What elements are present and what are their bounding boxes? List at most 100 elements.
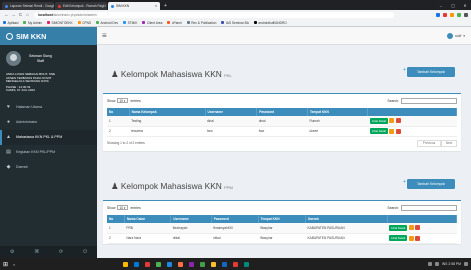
logo-icon [6, 32, 13, 40]
shortcut-icon[interactable]: ⌘ [34, 249, 39, 255]
detail-button[interactable]: Lihat Detail [389, 235, 408, 241]
column-header[interactable]: Password [256, 108, 308, 116]
network-icon[interactable] [427, 262, 432, 266]
windows-start-icon[interactable]: ⊞ [3, 261, 13, 268]
column-header[interactable]: Username [170, 215, 212, 223]
column-header[interactable]: No [107, 215, 125, 223]
extension-icon[interactable] [436, 12, 440, 17]
new-tab-icon[interactable]: + [164, 2, 167, 10]
user-menu[interactable]: staff ▾ [446, 32, 465, 39]
notification-icon[interactable] [464, 262, 468, 266]
edit-icon[interactable] [408, 225, 414, 231]
detail-button[interactable]: Lihat Detail [389, 224, 408, 231]
entries-select[interactable]: 10 ▾ [117, 98, 129, 103]
taskbar-app-icon[interactable] [167, 261, 172, 267]
taskbar-app-icon[interactable] [134, 261, 139, 267]
close-icon[interactable]: × [104, 4, 106, 8]
extension-icon[interactable] [443, 12, 447, 17]
app-logo[interactable]: SIM KKN [0, 27, 97, 45]
sidebar-item[interactable]: ▲ Mahasiswa KKN PKL & PPM [0, 129, 97, 145]
taskbar-app-icon[interactable] [145, 261, 150, 267]
hamburger-menu-icon[interactable]: ≡ [102, 31, 107, 40]
search-input[interactable] [401, 205, 457, 211]
taskbar-app-icon[interactable] [211, 261, 216, 267]
reload-icon[interactable]: C [17, 12, 24, 17]
column-header[interactable]: Nama Kelompok [129, 108, 206, 116]
tray-clock[interactable]: INS 2:58 PM [442, 262, 461, 266]
refresh-icon[interactable]: ⟳ [59, 249, 63, 255]
search-input[interactable] [401, 98, 457, 104]
forward-icon[interactable]: → [10, 12, 17, 17]
column-header[interactable]: Username [205, 108, 258, 116]
detail-button[interactable]: Lihat Detail [369, 117, 388, 124]
taskbar-app-icon[interactable] [233, 261, 238, 267]
taskbar-app-icon[interactable] [222, 261, 227, 267]
column-header[interactable]: Daerah [305, 215, 388, 223]
column-header[interactable]: Tempat KKN [307, 108, 369, 116]
taskbar-app-icon[interactable] [189, 261, 194, 267]
column-header[interactable]: No [107, 108, 130, 116]
bookmark-label: STMIK [127, 20, 138, 25]
taskbar-app-icon[interactable] [200, 261, 205, 267]
settings-icon[interactable]: ⚙ [10, 249, 14, 255]
taskbar-app-icon[interactable] [244, 261, 249, 267]
bookmark-item[interactable]: STMIK [123, 21, 137, 25]
edit-icon[interactable] [408, 235, 414, 241]
column-header[interactable]: Tempat KKN [258, 215, 306, 223]
bookmark-item[interactable]: cPanel [167, 21, 182, 25]
previous-button[interactable]: Previous [417, 139, 441, 147]
close-window-icon[interactable]: ✕ [459, 3, 471, 8]
table-search: Search: [387, 98, 457, 104]
column-header[interactable] [367, 108, 457, 116]
taskbar-app-icon[interactable] [178, 261, 183, 267]
tab-favicon-icon [5, 4, 8, 8]
browser-tab[interactable]: Laporan Selesai Rendi - Google× [2, 2, 54, 10]
bookmark-item[interactable]: Client Area [142, 21, 162, 25]
add-group-button-pkl[interactable]: Tambah Kelompok [407, 67, 455, 77]
edit-icon[interactable] [389, 128, 395, 134]
extension-icon[interactable] [457, 12, 461, 17]
maximize-icon[interactable]: ▢ [447, 3, 459, 8]
search-icon[interactable]: ⌕ [13, 261, 33, 268]
sidebar-item[interactable]: ▤ Kegiatan KKN PKL/PPM [0, 145, 97, 160]
sidebar-item[interactable]: ● Administrator [0, 115, 97, 130]
close-icon[interactable]: × [155, 4, 157, 8]
browser-tab[interactable]: SIM KKN × [108, 2, 160, 10]
volume-icon[interactable] [434, 262, 439, 266]
column-header[interactable]: Password [211, 215, 259, 223]
add-group-button-ppm[interactable]: Tambah Kelompok [407, 179, 455, 189]
delete-icon[interactable] [415, 235, 421, 241]
column-header[interactable]: Nama Calon [124, 215, 172, 223]
delete-icon[interactable] [415, 225, 421, 231]
detail-button[interactable]: Lihat Detail [369, 128, 388, 134]
url-field[interactable]: localhost/skkn/index.php/admin/admin [34, 11, 394, 18]
bookmark-item[interactable]: Rev & Publication [186, 21, 216, 25]
taskbar-app-icon[interactable] [156, 261, 161, 267]
next-button[interactable]: Next [441, 139, 457, 147]
browser-tab[interactable]: Edit Kelompok - Rumah Regi × [55, 2, 107, 10]
table-cell: Testing [129, 116, 206, 127]
delete-icon[interactable] [395, 128, 401, 134]
column-header[interactable] [387, 215, 458, 223]
bookmark-item[interactable]: Aplikasi [3, 21, 18, 25]
power-icon[interactable]: ⏻ [83, 249, 87, 255]
sidebar-item[interactable]: ◆ Daerah [0, 160, 97, 175]
bookmark-item[interactable]: IAS Seminar BA [221, 21, 249, 25]
bookmark-item[interactable]: androidbuff/ANDRO [253, 21, 287, 25]
edit-icon[interactable] [389, 118, 395, 124]
entries-select[interactable]: 10 ▾ [117, 205, 129, 210]
sidebar-menu: ♥ Halaman Utama ● Administrator ▲ Mahasiswa K… [0, 100, 97, 175]
taskbar-app-icon[interactable] [123, 261, 128, 267]
sidebar-item[interactable]: ♥ Halaman Utama [0, 100, 97, 115]
home-icon[interactable]: ⌂ [24, 12, 31, 17]
bookmark-item[interactable]: Android Dev [96, 21, 118, 25]
back-icon[interactable]: ← [3, 12, 10, 17]
bookmark-item[interactable]: My Admin [23, 21, 42, 25]
extension-icon[interactable] [450, 12, 454, 17]
bookmark-item[interactable]: CPNS [77, 21, 91, 25]
delete-icon[interactable] [395, 118, 401, 124]
menu-dots-icon[interactable] [464, 12, 468, 17]
minimize-icon[interactable]: – [435, 3, 447, 8]
bookmark-item[interactable]: SIMONTOEKK [46, 21, 73, 25]
login-notice: ANDA LOGIN SEBAGAI BOUT, SNE AKSES TERBA… [0, 70, 97, 96]
